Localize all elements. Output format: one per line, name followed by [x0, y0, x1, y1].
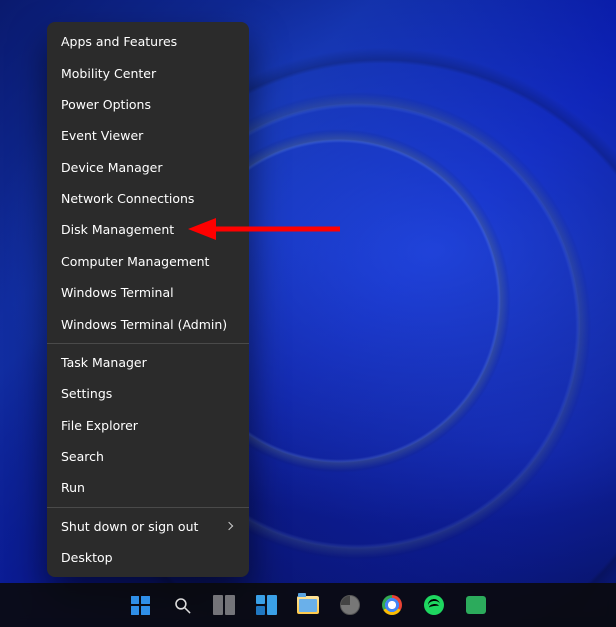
menu-separator — [47, 343, 249, 344]
taskbar-file-explorer[interactable] — [296, 593, 320, 617]
spotify-icon — [424, 595, 444, 615]
winx-context-menu: Apps and Features Mobility Center Power … — [47, 22, 249, 577]
taskbar-taskview-button[interactable] — [212, 593, 236, 617]
menu-settings[interactable]: Settings — [47, 378, 249, 409]
taskbar-search-button[interactable] — [170, 593, 194, 617]
menu-shutdown-signout[interactable]: Shut down or sign out — [47, 511, 249, 542]
menu-file-explorer[interactable]: File Explorer — [47, 410, 249, 441]
menu-windows-terminal[interactable]: Windows Terminal — [47, 277, 249, 308]
menu-event-viewer[interactable]: Event Viewer — [47, 120, 249, 151]
menu-computer-management[interactable]: Computer Management — [47, 246, 249, 277]
menu-power-options[interactable]: Power Options — [47, 89, 249, 120]
menu-task-manager[interactable]: Task Manager — [47, 347, 249, 378]
task-view-icon — [213, 595, 235, 615]
menu-windows-terminal-admin[interactable]: Windows Terminal (Admin) — [47, 308, 249, 339]
app-icon — [340, 595, 360, 615]
taskbar-chat[interactable] — [464, 593, 488, 617]
menu-mobility-center[interactable]: Mobility Center — [47, 57, 249, 88]
menu-search[interactable]: Search — [47, 441, 249, 472]
menu-desktop[interactable]: Desktop — [47, 542, 249, 573]
taskbar-spotify[interactable] — [422, 593, 446, 617]
file-explorer-icon — [297, 596, 319, 614]
menu-disk-management[interactable]: Disk Management — [47, 214, 249, 245]
menu-separator — [47, 507, 249, 508]
menu-apps-and-features[interactable]: Apps and Features — [47, 26, 249, 57]
menu-device-manager[interactable]: Device Manager — [47, 152, 249, 183]
taskbar-chrome[interactable] — [380, 593, 404, 617]
taskbar-app-generic[interactable] — [338, 593, 362, 617]
windows-logo-icon — [131, 596, 150, 615]
start-button[interactable] — [128, 593, 152, 617]
chevron-right-icon — [225, 521, 235, 531]
chat-icon — [466, 596, 486, 614]
chrome-icon — [382, 595, 402, 615]
menu-network-connections[interactable]: Network Connections — [47, 183, 249, 214]
menu-run[interactable]: Run — [47, 472, 249, 503]
search-icon — [173, 596, 192, 615]
taskbar — [0, 583, 616, 627]
widgets-icon — [256, 595, 277, 615]
taskbar-widgets-button[interactable] — [254, 593, 278, 617]
